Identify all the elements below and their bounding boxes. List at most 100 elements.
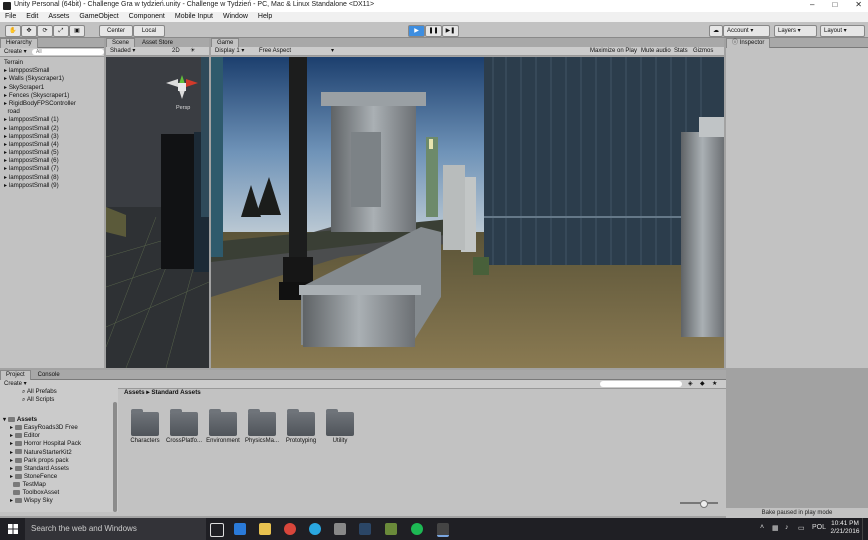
tree-item[interactable]: ▸ Horror Hospital Pack [0, 440, 118, 448]
icon-size-slider[interactable] [680, 502, 718, 504]
hierarchy-search-input[interactable]: All [32, 49, 104, 55]
tab-project[interactable]: Project [0, 370, 31, 380]
tree-item[interactable]: ▸ StoneFence [0, 473, 118, 481]
list-item[interactable]: ▸ RigidBodyFPSController [0, 100, 104, 108]
show-desktop-button[interactable] [862, 518, 868, 540]
list-item[interactable]: Terrain [0, 59, 104, 67]
list-item[interactable]: ▸ lamppostSmall (8) [0, 174, 104, 182]
tree-item[interactable]: ▸ Wispy Sky [0, 497, 118, 505]
layout-dropdown[interactable]: Layout ▾ [820, 25, 865, 37]
unity-taskbar-icon[interactable] [437, 523, 449, 537]
move-tool-icon[interactable]: ✥ [21, 25, 37, 37]
breadcrumb-assets[interactable]: Assets [121, 389, 145, 396]
project-search-input[interactable] [600, 381, 682, 387]
folder-icon[interactable] [131, 409, 159, 436]
play-button[interactable]: ▶ [408, 25, 425, 37]
list-item[interactable]: ▸ lamppostSmall (1) [0, 116, 104, 124]
scale-tool-icon[interactable]: ⤢ [53, 25, 69, 37]
menu-gameobject[interactable]: GameObject [74, 12, 123, 22]
favorite-all-scripts[interactable]: ⌕ All Scripts [0, 396, 118, 404]
list-item[interactable]: ▸ lamppostSmall (2) [0, 125, 104, 133]
volume-icon[interactable]: ♪ [785, 524, 789, 531]
filter-label-icon[interactable]: ◆ [700, 380, 705, 388]
icon-size-slider-handle[interactable] [700, 500, 708, 508]
list-item[interactable]: ▸ lamppostSmall (4) [0, 141, 104, 149]
menu-assets[interactable]: Assets [43, 12, 74, 22]
windows-start-icon[interactable] [8, 524, 18, 534]
tab-inspector[interactable]: ⓘ Inspector [726, 38, 771, 48]
close-button[interactable]: ✕ [855, 0, 862, 12]
tree-item[interactable]: ▸ NatureStarterKit2 [0, 449, 118, 457]
battery-icon[interactable]: ▭ [798, 524, 805, 532]
maximize-button[interactable]: □ [832, 0, 837, 12]
folder-icon[interactable] [248, 409, 276, 436]
input-language-label[interactable]: POL [812, 524, 826, 531]
stats-toggle[interactable]: Stats [674, 47, 688, 55]
pause-button[interactable]: ❚❚ [425, 25, 442, 37]
app-icon[interactable] [334, 523, 346, 535]
tab-hierarchy[interactable]: Hierarchy [0, 38, 38, 48]
folder-icon[interactable] [209, 409, 237, 436]
list-item[interactable]: road [0, 108, 104, 116]
list-item[interactable]: ▸ SkyScraper1 [0, 84, 104, 92]
display-dropdown[interactable]: Display 1 ▾ [211, 48, 244, 54]
tray-chevron-icon[interactable]: ˄ [760, 524, 764, 531]
filter-type-icon[interactable]: ◈ [688, 380, 693, 388]
menu-component[interactable]: Component [124, 12, 170, 22]
layers-dropdown[interactable]: Layers ▾ [774, 25, 817, 37]
list-item[interactable]: ▸ lamppostSmall (9) [0, 182, 104, 190]
task-view-icon[interactable] [210, 523, 224, 537]
breadcrumb-standard-assets[interactable]: Standard Assets [151, 389, 200, 396]
folder-icon[interactable] [287, 409, 315, 436]
step-button[interactable]: ▶❚ [442, 25, 459, 37]
app-icon[interactable] [385, 523, 397, 535]
tab-console[interactable]: Console [33, 371, 65, 380]
clock[interactable]: 10:41 PM 2/21/2016 [830, 520, 860, 536]
shading-dropdown[interactable]: Shaded ▾ [106, 48, 135, 54]
maximize-on-play-toggle[interactable]: Maximize on Play [590, 47, 637, 55]
account-dropdown[interactable]: Account ▾ [723, 25, 770, 37]
favorite-all-prefabs[interactable]: ⌕ All Prefabs [0, 388, 118, 396]
menu-help[interactable]: Help [253, 12, 277, 22]
network-icon[interactable]: ▦ [772, 524, 779, 532]
list-item[interactable]: ▸ Fences (Skyscraper1) [0, 92, 104, 100]
list-item[interactable]: ▸ lamppostSmall (6) [0, 157, 104, 165]
list-item[interactable]: ▸ lamppostSmall [0, 67, 104, 75]
folder-icon[interactable] [170, 409, 198, 436]
lighting-icon[interactable]: ☀ [190, 47, 195, 55]
list-item[interactable]: ▸ lamppostSmall (3) [0, 133, 104, 141]
list-item[interactable]: ▸ Walls (Skyscraper1) [0, 75, 104, 83]
list-item[interactable]: ▸ lamppostSmall (7) [0, 165, 104, 173]
folder-icon[interactable] [326, 409, 354, 436]
game-view[interactable] [211, 57, 724, 368]
taskbar-search-input[interactable]: Search the web and Windows [25, 518, 206, 540]
file-explorer-icon[interactable] [259, 523, 271, 535]
chrome-icon[interactable] [284, 523, 296, 535]
rotate-tool-icon[interactable]: ⟳ [37, 25, 53, 37]
tree-item[interactable]: ▸ Park props pack [0, 457, 118, 465]
aspect-dropdown[interactable]: Free Aspect [259, 47, 339, 55]
gizmos-dropdown[interactable]: Gizmos [693, 47, 713, 55]
pivot-local-button[interactable]: Local [133, 25, 165, 37]
tree-item[interactable]: ToolboxAsset [0, 489, 118, 497]
edge-browser-icon[interactable] [234, 523, 246, 535]
menu-window[interactable]: Window [218, 12, 253, 22]
menu-edit[interactable]: Edit [21, 12, 43, 22]
menu-mobile-input[interactable]: Mobile Input [170, 12, 218, 22]
hand-tool-icon[interactable]: ✋ [5, 25, 21, 37]
steam-icon[interactable] [359, 523, 371, 535]
hierarchy-create-button[interactable]: Create ▾ [0, 49, 27, 55]
mute-audio-toggle[interactable]: Mute audio [641, 47, 671, 55]
cloud-icon[interactable]: ☁ [709, 25, 723, 37]
favorite-star-icon[interactable]: ★ [712, 380, 717, 388]
tree-assets-root[interactable]: ▾ Assets [0, 416, 118, 424]
menu-file[interactable]: File [0, 12, 21, 22]
tree-item[interactable]: TestMap [0, 481, 118, 489]
list-item[interactable]: ▸ lamppostSmall (5) [0, 149, 104, 157]
rect-tool-icon[interactable]: ▣ [69, 25, 85, 37]
skype-icon[interactable] [309, 523, 321, 535]
tree-item[interactable]: ▸ Editor [0, 432, 118, 440]
minimize-button[interactable]: – [810, 0, 814, 12]
tree-item[interactable]: ▸ Standard Assets [0, 465, 118, 473]
spotify-icon[interactable] [411, 523, 423, 535]
